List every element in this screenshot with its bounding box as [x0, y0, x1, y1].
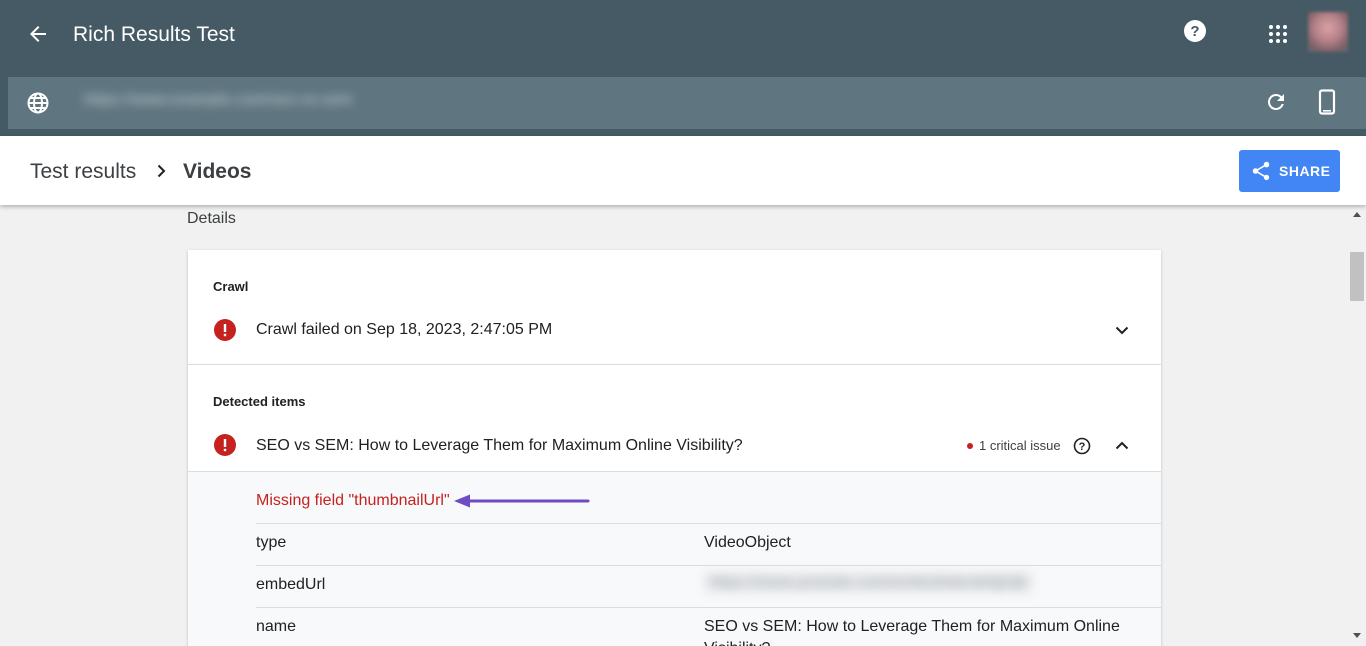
tested-url[interactable]: https://www.example.com/seo-vs-sem	[84, 91, 353, 108]
reload-icon[interactable]	[1264, 90, 1288, 114]
scroll-up-arrow-icon[interactable]	[1352, 210, 1362, 218]
chevron-down-icon[interactable]	[1114, 322, 1130, 338]
issue-dot	[967, 442, 973, 449]
svg-text:?: ?	[1079, 441, 1086, 453]
property-divider	[256, 607, 1161, 608]
detected-items-label: Detected items	[213, 394, 306, 409]
property-divider	[256, 523, 1161, 524]
critical-issue-badge: 1 critical issue	[967, 438, 1061, 453]
property-key: type	[256, 534, 287, 551]
globe-icon	[27, 92, 49, 114]
detected-item-title[interactable]: SEO vs SEM: How to Leverage Them for Max…	[256, 437, 743, 455]
embed-url-value: https://www.youtube.com/embed/abcdefghij…	[704, 572, 1033, 593]
breadcrumb-test-results[interactable]: Test results	[30, 160, 136, 184]
property-divider	[256, 565, 1161, 566]
svg-text:?: ?	[1190, 23, 1199, 40]
apps-grid-icon[interactable]	[1266, 22, 1290, 46]
share-button[interactable]: SHARE	[1239, 150, 1340, 192]
app-title: Rich Results Test	[73, 23, 235, 46]
property-key: embedUrl	[256, 576, 326, 593]
error-icon	[214, 434, 236, 456]
mobile-device-icon[interactable]	[1315, 89, 1339, 115]
url-bar: https://www.example.com/seo-vs-sem	[8, 77, 1366, 129]
scroll-down-arrow-icon[interactable]	[1352, 632, 1362, 640]
breadcrumb-videos: Videos	[183, 160, 252, 183]
help-icon[interactable]: ?	[1183, 19, 1207, 43]
back-arrow-icon[interactable]	[26, 22, 50, 46]
error-icon	[214, 319, 236, 341]
scrollbar-thumb[interactable]	[1350, 252, 1364, 301]
property-value: VideoObject	[704, 534, 791, 551]
issue-count: 1 critical issue	[979, 438, 1061, 453]
property-value: https://www.youtube.com/embed/abcdefghij…	[704, 572, 1033, 594]
crawl-section-label: Crawl	[213, 279, 249, 294]
account-avatar[interactable]	[1308, 12, 1348, 52]
property-value: SEO vs SEM: How to Leverage Them for Max…	[704, 618, 1120, 646]
crawl-status: Crawl failed on Sep 18, 2023, 2:47:05 PM	[256, 321, 553, 338]
section-divider	[188, 364, 1161, 365]
property-key: name	[256, 618, 297, 635]
item-divider	[188, 471, 1161, 472]
details-heading: Details	[187, 210, 236, 227]
annotation-arrow-icon	[454, 494, 590, 508]
chevron-right-icon	[157, 164, 166, 178]
share-icon	[1252, 161, 1270, 181]
share-label: SHARE	[1279, 163, 1331, 179]
chevron-up-icon[interactable]	[1114, 438, 1130, 454]
results-header: Test results Videos SHARE	[0, 136, 1366, 205]
missing-field-error: Missing field "thumbnailUrl"	[256, 492, 450, 509]
details-card: Crawl Crawl failed on Sep 18, 2023, 2:47…	[188, 250, 1161, 646]
question-help-icon[interactable]: ?	[1073, 437, 1091, 455]
